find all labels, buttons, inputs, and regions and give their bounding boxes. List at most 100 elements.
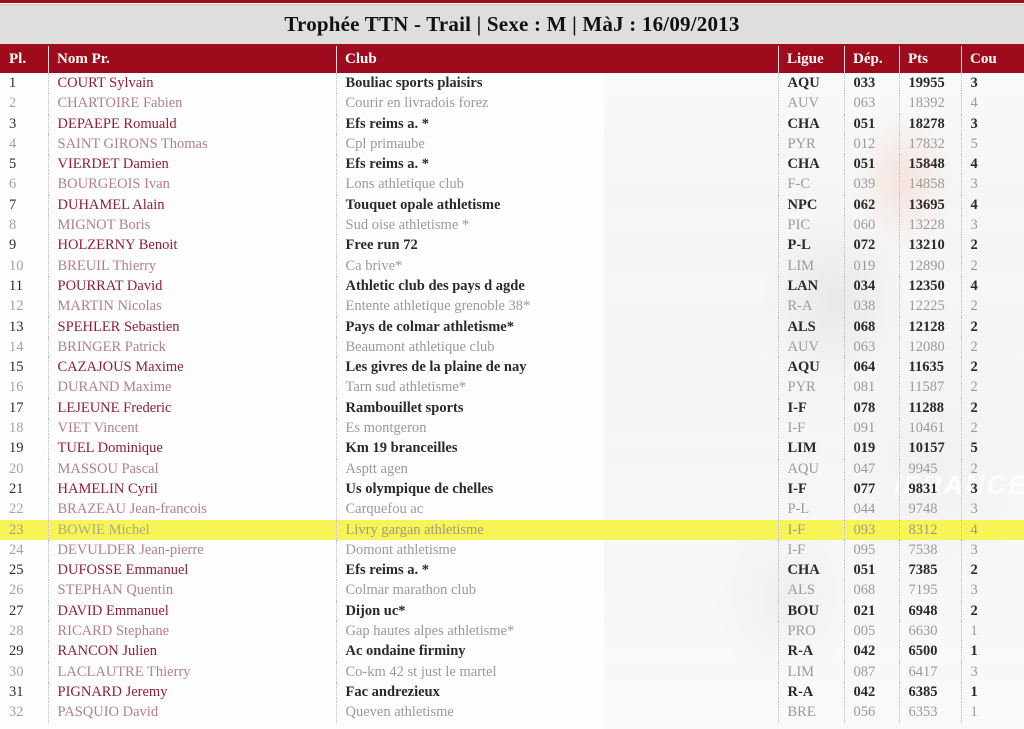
table-row[interactable]: 29 RANCON Julien Ac ondaine firminy R-A 042 6… <box>0 641 1024 662</box>
cell-ligue: CHA <box>777 113 844 134</box>
column-header-cou[interactable]: Cou <box>961 46 1024 73</box>
cell-pl: 16 <box>9 379 24 396</box>
cell-dep: 063 <box>843 93 899 114</box>
table-row[interactable]: 26 STEPHAN Quentin Colmar marathon club ALS… <box>0 580 1024 601</box>
table-row[interactable]: 24 DEVULDER Jean-pierre Domont athletisme I… <box>0 539 1024 561</box>
table-row[interactable]: 30 LACLAUTRE Thierry Co-km 42 st just le m… <box>0 661 1024 682</box>
table-row[interactable]: 18 VIET Vincent Es montgeron I-F 091 10461 2 <box>0 418 1024 439</box>
table-row[interactable]: 17 LEJEUNE Frederic Rambouillet sports I-F 0… <box>0 397 1024 419</box>
cell-cou: 5 <box>960 133 1024 155</box>
column-header-ligue[interactable]: Ligue <box>778 46 844 73</box>
cell-dep: 019 <box>843 438 899 459</box>
cell-dep: 087 <box>843 661 899 682</box>
cell-cou: 3 <box>960 499 1024 520</box>
column-header-pts[interactable]: Pts <box>899 46 961 73</box>
cell-pl: 1 <box>9 75 17 91</box>
cell-ligue: F-C <box>777 174 844 195</box>
cell-nom: BRAZEAU Jean-francois <box>47 499 336 520</box>
table-row[interactable]: 11 POURRAT David Athletic club des pays d … <box>0 275 1024 297</box>
cell-ligue: PYR <box>777 133 844 155</box>
table-row[interactable]: 20 MASSOU Pascal Asptt agen AQU 047 9945 2 <box>0 458 1024 479</box>
cell-nom: POURRAT David <box>47 275 336 297</box>
table-row[interactable]: 8 MIGNOT Boris Sud oise athletisme * PIC 060… <box>0 215 1024 236</box>
table-row[interactable]: 32 PASQUIO David Queven athletisme BRE 056 63… <box>0 702 1024 723</box>
cell-pl: 14 <box>9 338 24 355</box>
cell-ligue: R-A <box>777 296 844 317</box>
cell-ligue: P-L <box>777 235 844 256</box>
table-row[interactable]: 1 COURT Sylvain Bouliac sports plaisirs AQU… <box>0 73 1024 94</box>
cell-dep: 095 <box>843 539 899 561</box>
table-row[interactable]: 19 TUEL Dominique Km 19 branceilles LIM 019 1… <box>0 438 1024 459</box>
results-page: IFRANCE ROUE · MACHON FRA Trophée TTN - … <box>0 0 1024 729</box>
table-row[interactable]: 31 PIGNARD Jeremy Fac andrezieux R-A 042 6385… <box>0 681 1024 703</box>
cell-club: Sud oise athletisme * <box>335 215 778 236</box>
table-row[interactable]: 21 HAMELIN Cyril Us olympique de chelles I-… <box>0 478 1024 500</box>
table-row[interactable]: 5 VIERDET Damien Efs reims a. * CHA 051 15848… <box>0 154 1024 175</box>
cell-club: Beaumont athletique club <box>335 336 778 358</box>
cell-club: Efs reims a. * <box>335 154 778 175</box>
cell-pl: 12 <box>9 298 24 315</box>
table-row[interactable]: 15 CAZAJOUS Maxime Les givres de la plaine… <box>0 357 1024 378</box>
results-table: Pl. Nom Pr. Club Ligue Dép. Pts Cou 1 COU… <box>0 46 1024 723</box>
column-header-club[interactable]: Club <box>336 46 778 73</box>
cell-cou: 3 <box>960 215 1024 236</box>
cell-pl: 31 <box>9 683 24 700</box>
table-row[interactable]: 14 BRINGER Patrick Beaumont athletique clu… <box>0 336 1024 358</box>
table-row[interactable]: 25 DUFOSSE Emmanuel Efs reims a. * CHA 051 73… <box>0 560 1024 581</box>
column-header-cou-label: Cou <box>970 51 997 67</box>
table-row[interactable]: 10 BREUIL Thierry Ca brive* LIM 019 12890 2 <box>0 255 1024 276</box>
cell-club: Fac andrezieux <box>335 681 778 703</box>
cell-pts: 19955 <box>898 73 961 94</box>
table-row[interactable]: 23 BOWIE Michel Livry gargan athletisme I-F… <box>0 519 1024 540</box>
title-bar: Trophée TTN - Trail | Sexe : M | MàJ : 1… <box>0 4 1024 44</box>
cell-club: Ac ondaine firminy <box>335 641 778 662</box>
cell-pl: 20 <box>9 460 24 477</box>
cell-pl: 13 <box>9 318 24 335</box>
table-row[interactable]: 28 RICARD Stephane Gap hautes alpes athlet… <box>0 621 1024 642</box>
cell-cou: 4 <box>960 93 1024 114</box>
cell-nom: BOWIE Michel <box>47 519 336 540</box>
table-row[interactable]: 27 DAVID Emmanuel Dijon uc* BOU 021 6948 2 <box>0 600 1024 622</box>
cell-pts: 11635 <box>898 357 961 378</box>
table-row[interactable]: 12 MARTIN Nicolas Entente athletique greno… <box>0 296 1024 317</box>
cell-ligue: AUV <box>777 93 844 114</box>
cell-nom: BREUIL Thierry <box>47 255 336 276</box>
table-row[interactable]: 13 SPEHLER Sebastien Pays de colmar athlet… <box>0 316 1024 337</box>
cell-cou: 1 <box>960 681 1024 703</box>
table-row[interactable]: 9 HOLZERNY Benoit Free run 72 P-L 072 13210 2 <box>0 235 1024 256</box>
table-row[interactable]: 6 BOURGEOIS Ivan Lons athletique club F-C 03… <box>0 174 1024 195</box>
cell-nom: STEPHAN Quentin <box>47 580 336 601</box>
cell-pl: 22 <box>9 501 24 518</box>
cell-pl: 9 <box>9 237 17 254</box>
cell-nom: BOURGEOIS Ivan <box>47 174 336 195</box>
cell-pl: 32 <box>9 704 24 721</box>
cell-ligue: R-A <box>777 641 844 662</box>
cell-pts: 10157 <box>898 438 961 459</box>
cell-dep: 060 <box>843 215 899 236</box>
cell-cou: 4 <box>960 194 1024 216</box>
cell-pl: 28 <box>9 623 24 640</box>
cell-pl: 21 <box>9 480 24 497</box>
cell-pl: 26 <box>9 582 24 599</box>
table-row[interactable]: 16 DURAND Maxime Tarn sud athletisme* PYR 08… <box>0 377 1024 398</box>
table-row[interactable]: 4 SAINT GIRONS Thomas Cpl primaube PYR 012 17… <box>0 133 1024 155</box>
column-header-dep[interactable]: Dép. <box>844 46 899 73</box>
cell-pl: 24 <box>9 541 24 558</box>
cell-ligue: LIM <box>777 255 844 276</box>
column-header-pl[interactable]: Pl. <box>0 46 48 73</box>
table-row[interactable]: 2 CHARTOIRE Fabien Courir en livradois for… <box>0 93 1024 114</box>
table-row[interactable]: 3 DEPAEPE Romuald Efs reims a. * CHA 051 1827… <box>0 113 1024 134</box>
table-row[interactable]: 7 DUHAMEL Alain Touquet opale athletisme NP… <box>0 194 1024 216</box>
cell-club: Cpl primaube <box>335 133 778 155</box>
cell-dep: 038 <box>843 296 899 317</box>
cell-pts: 12890 <box>898 255 961 276</box>
cell-club: Lons athletique club <box>335 174 778 195</box>
column-header-nom[interactable]: Nom Pr. <box>48 46 336 73</box>
cell-club: Efs reims a. * <box>335 560 778 581</box>
cell-ligue: PIC <box>777 215 844 236</box>
cell-cou: 2 <box>960 600 1024 622</box>
cell-pl: 15 <box>9 359 24 376</box>
cell-club: Es montgeron <box>335 418 778 439</box>
table-row[interactable]: 22 BRAZEAU Jean-francois Carquefou ac P-L 04… <box>0 499 1024 520</box>
cell-nom: DURAND Maxime <box>47 377 336 398</box>
